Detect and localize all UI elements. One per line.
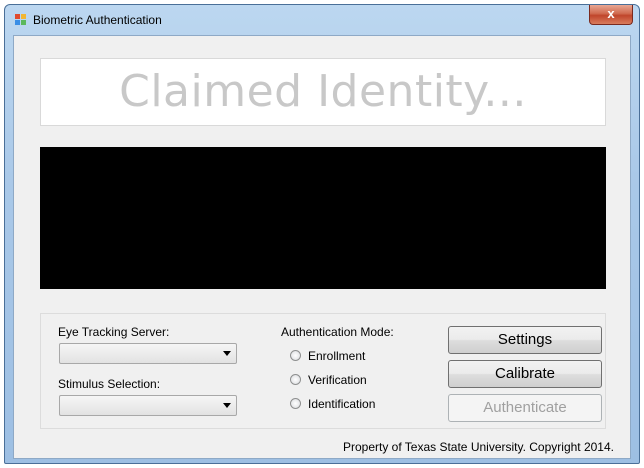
radio-circle[interactable]: [290, 374, 301, 385]
claimed-identity-input[interactable]: Claimed Identity...: [40, 58, 606, 126]
app-window: Biometric Authentication x Claimed Ident…: [4, 4, 640, 464]
chevron-down-icon: [223, 351, 231, 356]
controls-panel: Eye Tracking Server: Stimulus Selection:…: [40, 313, 606, 429]
radio-circle[interactable]: [290, 398, 301, 409]
client-area: Claimed Identity... Eye Tracking Server:…: [13, 35, 631, 459]
radio-verification-label: Verification: [308, 373, 367, 387]
authentication-mode-label: Authentication Mode:: [281, 325, 394, 339]
stimulus-selection-label: Stimulus Selection:: [58, 377, 161, 391]
eye-tracking-server-select[interactable]: [59, 343, 237, 364]
app-icon: [15, 14, 27, 26]
calibrate-button[interactable]: Calibrate: [448, 360, 602, 388]
copyright-text: Property of Texas State University. Copy…: [342, 440, 614, 454]
stimulus-selection-select[interactable]: [59, 395, 237, 416]
authenticate-button: Authenticate: [448, 394, 602, 422]
close-button[interactable]: x: [589, 5, 633, 25]
window-title: Biometric Authentication: [33, 13, 162, 27]
stimulus-display: [40, 147, 606, 289]
chevron-down-icon: [223, 403, 231, 408]
radio-circle[interactable]: [290, 350, 301, 361]
title-bar[interactable]: Biometric Authentication x: [5, 5, 639, 35]
radio-identification-label: Identification: [308, 397, 376, 411]
radio-enrollment-label: Enrollment: [308, 349, 366, 363]
settings-button[interactable]: Settings: [448, 326, 602, 354]
eye-tracking-server-label: Eye Tracking Server:: [58, 325, 170, 339]
